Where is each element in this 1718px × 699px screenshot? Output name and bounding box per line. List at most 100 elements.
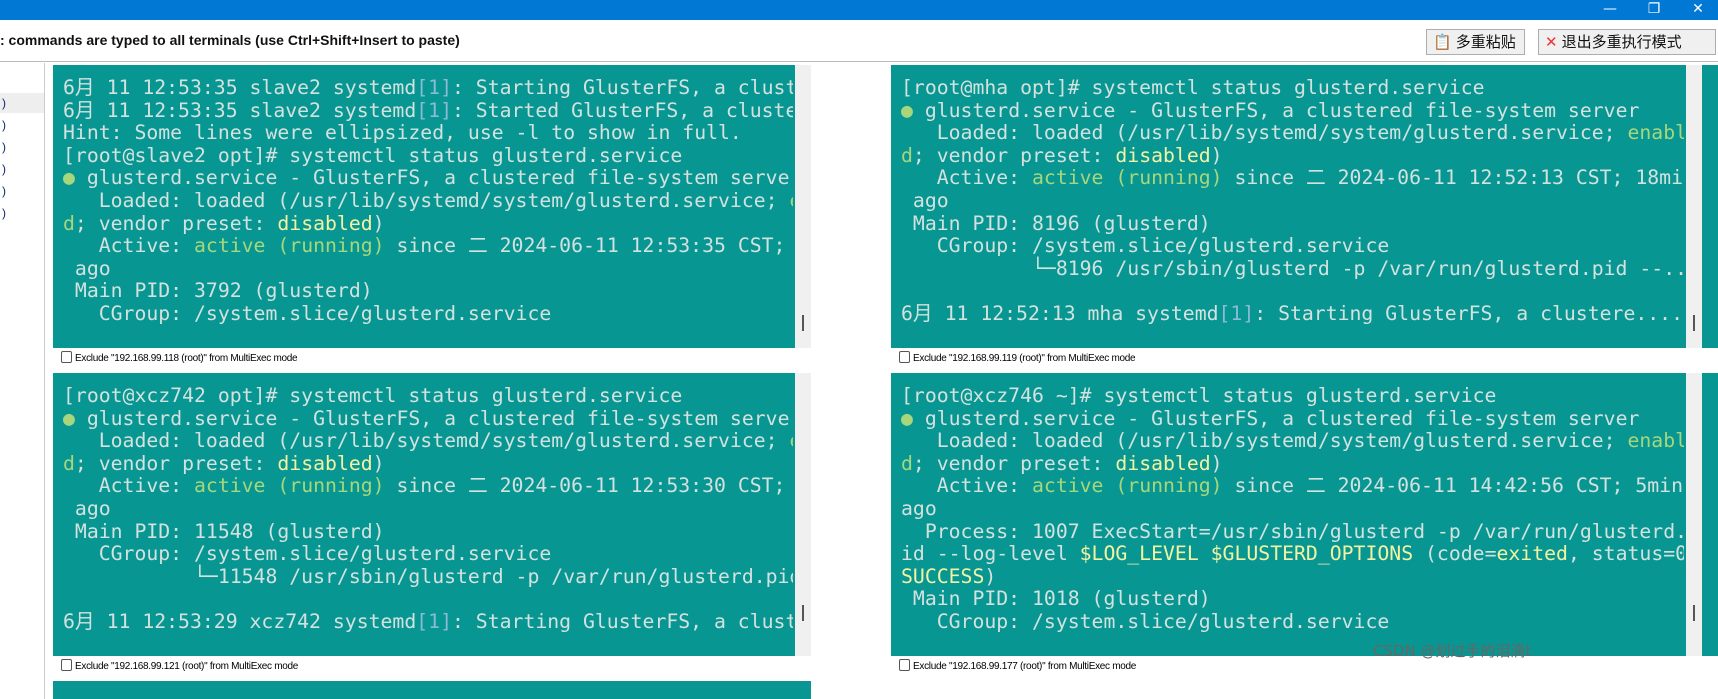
terminal-output[interactable]: [root@mha opt]# systemctl status gluster… bbox=[891, 65, 1684, 348]
terminal-text: [root@xcz742 opt]# systemctl status glus… bbox=[63, 384, 683, 407]
terminal-line: ​ bbox=[63, 588, 793, 611]
terminal-text: (code= bbox=[1413, 542, 1497, 566]
session-item[interactable]: ) bbox=[0, 137, 44, 157]
terminal-text: disabled bbox=[277, 211, 373, 235]
session-item[interactable]: ) bbox=[0, 159, 44, 179]
terminal-text: [root@slave2 opt]# systemctl status glus… bbox=[63, 143, 683, 167]
terminal-output[interactable]: [root@xcz746 ~]# systemctl status gluste… bbox=[891, 373, 1684, 656]
terminal-line: d; vendor preset: disabled) bbox=[901, 143, 1684, 168]
checkbox[interactable] bbox=[61, 351, 72, 363]
terminal-text: d bbox=[901, 143, 913, 167]
terminal-text: enable bbox=[1627, 429, 1684, 453]
terminal-line: Loaded: loaded (/usr/lib/systemd/system/… bbox=[901, 429, 1684, 453]
terminal-pane-121[interactable]: [root@xcz742 opt]# systemctl status glus… bbox=[53, 373, 811, 656]
terminal-text: , status=0/ bbox=[1567, 542, 1684, 566]
terminal-text: ago bbox=[901, 188, 949, 212]
exclude-checkbox-177[interactable]: Exclude "192.168.99.177 (root)" from Mul… bbox=[891, 657, 1136, 677]
terminal-line: Active: active (running) since 二 2024-06… bbox=[901, 167, 1684, 190]
terminal-line: [root@slave2 opt]# systemctl status glus… bbox=[63, 143, 793, 168]
terminal-line: ago bbox=[63, 497, 793, 521]
checkbox[interactable] bbox=[899, 659, 910, 671]
terminal-text: ; vendor preset: bbox=[912, 451, 1116, 475]
scrollbar[interactable] bbox=[795, 373, 811, 656]
terminal-line: 6月 11 12:53:35 slave2 systemd[1]: Starte… bbox=[63, 98, 793, 123]
terminal-text: glusterd.service - GlusterFS, a clustere… bbox=[74, 406, 793, 430]
terminal-text: SUCCESS bbox=[901, 564, 985, 588]
terminal-line: Main PID: 1018 (glusterd) bbox=[901, 588, 1684, 611]
terminal-line: ● glusterd.service - GlusterFS, a cluste… bbox=[901, 406, 1684, 431]
terminal-text: Main PID: 8196 (glusterd) bbox=[901, 211, 1211, 235]
terminal-pane-partial[interactable] bbox=[53, 681, 811, 699]
terminal-line: [root@mha opt]# systemctl status gluster… bbox=[901, 76, 1684, 100]
terminal-line: [root@xcz742 opt]# systemctl status glus… bbox=[63, 384, 793, 408]
terminal-text: ; vendor preset: bbox=[74, 451, 278, 475]
exit-multiexec-label: 退出多重执行模式 bbox=[1561, 33, 1682, 51]
terminal-text: : Starting GlusterFS, a clust.... bbox=[451, 76, 793, 99]
watermark: CSDN @划过手的泪滴t bbox=[1373, 642, 1532, 660]
terminal-pane-177[interactable]: [root@xcz746 ~]# systemctl status gluste… bbox=[891, 373, 1718, 656]
scrollbar[interactable] bbox=[795, 65, 811, 348]
restore-icon[interactable]: ❐ bbox=[1634, 0, 1674, 20]
terminal-line: Main PID: 3792 (glusterd) bbox=[63, 280, 793, 303]
terminal-text: : Started GlusterFS, a cluste.... bbox=[451, 98, 793, 122]
exclude-checkbox-119[interactable]: Exclude "192.168.99.119 (root)" from Mul… bbox=[891, 349, 1136, 369]
session-item[interactable]: ) bbox=[0, 93, 44, 113]
terminal-text: Active: bbox=[901, 166, 1033, 190]
terminal-line: SUCCESS) bbox=[901, 564, 1684, 589]
terminal-text: disabled bbox=[1115, 143, 1211, 167]
scrollbar-thumb[interactable] bbox=[1693, 315, 1695, 331]
terminal-text: d bbox=[901, 451, 913, 475]
exclude-label: Exclude "192.168.99.177 (root)" from Mul… bbox=[913, 661, 1137, 672]
terminal-output[interactable]: 6月 11 12:53:35 slave2 systemd[1]: Starti… bbox=[53, 65, 793, 348]
terminal-line: CGroup: /system.slice/glusterd.service bbox=[63, 542, 793, 566]
terminal-text: exited bbox=[1496, 542, 1568, 566]
terminal-pane-119[interactable]: [root@mha opt]# systemctl status gluster… bbox=[891, 65, 1718, 348]
terminal-line: d; vendor preset: disabled) bbox=[901, 451, 1684, 476]
terminal-text: CGroup: /system.slice/glusterd.service bbox=[63, 301, 552, 325]
terminal-text: ; vendor preset: bbox=[74, 211, 278, 235]
terminal-line: 6月 11 12:53:35 slave2 systemd[1]: Starti… bbox=[63, 76, 793, 100]
multi-paste-button[interactable]: 📋 多重粘贴 bbox=[1426, 29, 1525, 55]
terminal-text: [root@xcz746 ~]# systemctl status gluste… bbox=[901, 384, 1497, 407]
terminal-line: [root@xcz746 ~]# systemctl status gluste… bbox=[901, 384, 1684, 408]
terminal-text: glusterd.service - GlusterFS, a clustere… bbox=[912, 406, 1640, 430]
scrollbar-thumb[interactable] bbox=[802, 315, 804, 331]
terminal-text: ) bbox=[372, 211, 385, 235]
terminal-text: since 二 2024-06-11 14:42:56 CST; 5min bbox=[1222, 474, 1684, 498]
exit-multiexec-button[interactable]: ✕ 退出多重执行模式 bbox=[1538, 29, 1716, 55]
scrollbar-thumb[interactable] bbox=[1693, 605, 1695, 621]
checkbox[interactable] bbox=[899, 351, 910, 363]
scrollbar[interactable] bbox=[1686, 373, 1702, 656]
minimize-icon[interactable]: — bbox=[1590, 0, 1630, 20]
exclude-checkbox-118[interactable]: Exclude "192.168.99.118 (root)" from Mul… bbox=[53, 349, 298, 369]
terminal-output[interactable]: [root@xcz742 opt]# systemctl status glus… bbox=[53, 373, 793, 656]
multi-paste-label: 多重粘贴 bbox=[1455, 33, 1516, 51]
terminal-text: Active: bbox=[63, 474, 195, 498]
scrollbar-thumb[interactable] bbox=[802, 605, 804, 621]
terminal-text: [1] bbox=[416, 98, 452, 122]
terminal-line: d; vendor preset: disabled) bbox=[63, 211, 793, 236]
exclude-label: Exclude "192.168.99.119 (root)" from Mul… bbox=[913, 353, 1136, 364]
terminal-text: [1] bbox=[1218, 301, 1255, 325]
close-icon[interactable]: ✕ bbox=[1678, 0, 1718, 20]
checkbox[interactable] bbox=[61, 659, 72, 671]
session-item[interactable]: ) bbox=[0, 181, 44, 201]
terminal-text: since 二 2024-06-11 12:53:30 CST; 20min bbox=[396, 474, 786, 498]
terminal-line: CGroup: /system.slice/glusterd.service bbox=[63, 301, 793, 326]
scrollbar[interactable] bbox=[1686, 65, 1702, 348]
terminal-text: Process: 1007 ExecStart=/usr/sbin/gluste… bbox=[901, 519, 1684, 543]
session-item[interactable]: ) bbox=[0, 115, 44, 135]
terminal-line: ​ bbox=[901, 280, 1684, 303]
session-item[interactable]: ) bbox=[0, 203, 44, 223]
terminal-text: active (running) bbox=[1032, 166, 1223, 190]
terminal-pane-118[interactable]: 6月 11 12:53:35 slave2 systemd[1]: Starti… bbox=[53, 65, 811, 348]
terminal-line: 6月 11 12:53:29 xcz742 systemd[1]: Starti… bbox=[63, 610, 793, 634]
terminal-text: Main PID: 3792 (glusterd) bbox=[63, 279, 373, 303]
exclude-checkbox-121[interactable]: Exclude "192.168.99.121 (root)" from Mul… bbox=[53, 657, 298, 677]
terminal-line: Hint: Some lines were ellipsized, use -l… bbox=[63, 121, 793, 145]
terminal-text: ● bbox=[901, 98, 913, 122]
terminal-text: Hint: Some lines were ellipsized, use -l… bbox=[63, 121, 742, 145]
terminal-text: Loaded: loaded (/usr/lib/systemd/system/… bbox=[901, 429, 1628, 453]
terminal-text: $LOG_LEVEL $GLUSTERD_OPTIONS bbox=[1079, 542, 1414, 566]
clipboard-icon: 📋 bbox=[1433, 33, 1452, 51]
